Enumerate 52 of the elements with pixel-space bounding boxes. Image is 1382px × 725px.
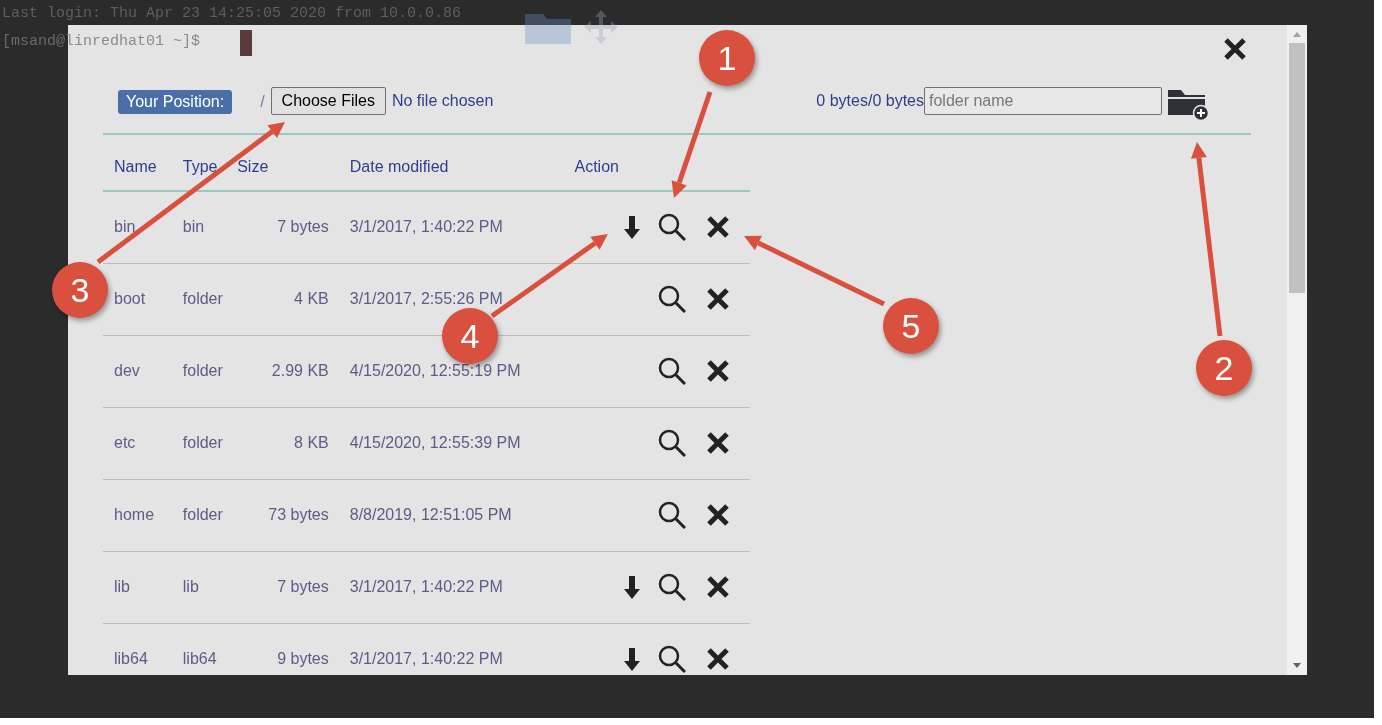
- prompt-text: [msand@: [2, 32, 65, 52]
- table-cell: 7 bytes: [237, 551, 329, 623]
- table-cell: lib64: [103, 623, 172, 675]
- table-cell: home: [103, 479, 172, 551]
- cursor: [240, 30, 252, 56]
- table-cell: 8/8/2019, 12:51:05 PM: [328, 479, 575, 551]
- table-cell: lib: [103, 551, 172, 623]
- used-size: 0 bytes: [816, 92, 868, 110]
- table-cell: 4 KB: [237, 263, 329, 335]
- table-cell: bin: [103, 191, 172, 263]
- search-icon[interactable]: [658, 213, 686, 242]
- column-header: Type: [171, 147, 238, 191]
- table-cell: lib: [171, 551, 238, 623]
- separator: /: [867, 92, 873, 110]
- folder-name-field[interactable]: folder name: [924, 87, 1162, 115]
- table-cell: folder: [171, 263, 238, 335]
- table-cell: 8 KB: [237, 407, 329, 479]
- column-header: Size: [237, 147, 329, 191]
- column-header: Name: [103, 147, 172, 191]
- search-icon[interactable]: [658, 429, 686, 457]
- table-cell: 9 bytes: [237, 623, 329, 675]
- search-icon[interactable]: [658, 645, 686, 673]
- search-icon[interactable]: [658, 501, 686, 529]
- table-cell: 4/15/2020, 12:55:39 PM: [328, 407, 575, 479]
- table-cell: 3/1/2017, 1:40:22 PM: [328, 551, 575, 623]
- close-icon[interactable]: [1223, 37, 1247, 61]
- table-cell: lib64: [171, 623, 238, 675]
- total-size: 0 bytes: [872, 92, 924, 110]
- search-icon[interactable]: [658, 285, 686, 313]
- table-cell: bin: [171, 191, 238, 263]
- position-label: Your Position:: [118, 90, 233, 114]
- search-icon[interactable]: [658, 573, 686, 601]
- scrollbar-thumb[interactable]: [1289, 43, 1305, 293]
- path-text: /: [260, 93, 265, 111]
- file-status: No file chosen: [391, 92, 494, 110]
- new-folder-icon[interactable]: [1167, 87, 1209, 121]
- table-cell: folder: [171, 407, 238, 479]
- choose-files-button[interactable]: Choose Files: [270, 87, 386, 115]
- move-icon: [584, 10, 618, 44]
- download-icon[interactable]: [624, 645, 640, 673]
- download-icon[interactable]: [624, 573, 640, 601]
- table-cell: 3/1/2017, 1:40:22 PM: [328, 191, 575, 263]
- table-cell: 7 bytes: [237, 191, 329, 263]
- table-cell: 2.99 KB: [237, 335, 329, 407]
- column-header: Date modified: [328, 147, 575, 191]
- table-cell: etc: [103, 407, 172, 479]
- table-cell: folder: [171, 335, 238, 407]
- table-cell: 3/1/2017, 1:40:22 PM: [328, 623, 575, 675]
- table-cell: folder: [171, 479, 238, 551]
- search-icon[interactable]: [658, 357, 686, 385]
- table-cell: 73 bytes: [237, 479, 329, 551]
- table-cell: dev: [103, 335, 172, 407]
